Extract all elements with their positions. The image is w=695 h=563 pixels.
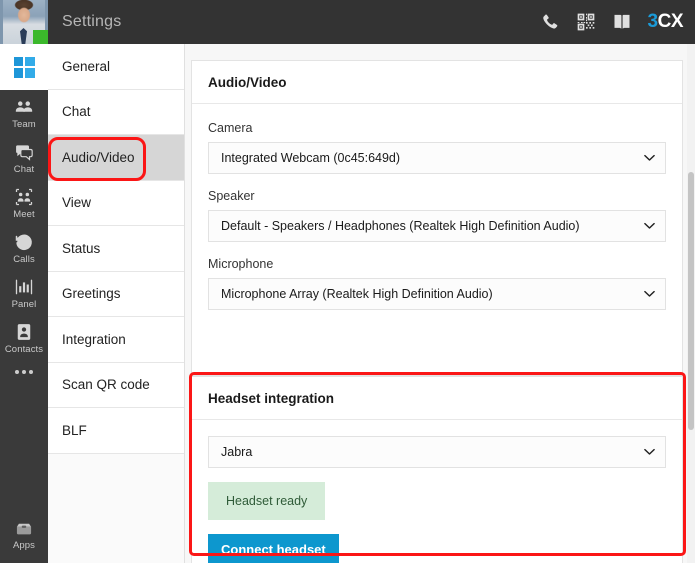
- dot-icon: [15, 370, 19, 374]
- menu-item-label: General: [62, 58, 111, 74]
- rail-item-meet[interactable]: Meet: [0, 180, 48, 225]
- 3cx-logo[interactable]: 3CX: [647, 11, 684, 32]
- rail-label-contacts: Contacts: [4, 344, 44, 355]
- menu-item-label: Greetings: [62, 286, 121, 302]
- camera-select-value: Integrated Webcam (0c45:649d): [221, 151, 401, 165]
- windows-logo-tile[interactable]: [0, 44, 48, 90]
- menu-item-general[interactable]: General: [48, 44, 184, 90]
- menu-item-label: BLF: [62, 422, 87, 438]
- chevron-down-icon: [644, 154, 655, 162]
- rail-label-chat: Chat: [13, 164, 35, 175]
- apps-icon: [13, 518, 35, 538]
- rail-label-calls: Calls: [13, 254, 35, 265]
- microphone-select-value: Microphone Array (Realtek High Definitio…: [221, 287, 493, 301]
- headset-vendor-select[interactable]: Jabra: [208, 436, 666, 468]
- presence-status-indicator[interactable]: [33, 30, 48, 44]
- menu-item-chat[interactable]: Chat: [48, 89, 184, 135]
- rail-item-chat[interactable]: Chat: [0, 135, 48, 180]
- menu-item-scan-qr-code[interactable]: Scan QR code: [48, 362, 184, 408]
- header-actions: 3CX: [540, 12, 695, 32]
- headset-integration-card: Headset integration Jabra Headset ready …: [191, 376, 683, 563]
- logo-cx: CX: [657, 11, 684, 32]
- menu-item-view[interactable]: View: [48, 180, 184, 226]
- dot-icon: [22, 370, 26, 374]
- left-nav-rail: Team Chat Meet Calls Panel Contacts Apps: [0, 0, 48, 563]
- rail-label-panel: Panel: [11, 299, 37, 310]
- microphone-select[interactable]: Microphone Array (Realtek High Definitio…: [208, 278, 666, 310]
- chevron-down-icon: [644, 448, 655, 456]
- menu-item-label: Status: [62, 240, 101, 256]
- rail-label-team: Team: [12, 119, 36, 130]
- menu-empty-space: [48, 453, 184, 563]
- rail-more-button[interactable]: [0, 360, 48, 384]
- settings-content: Audio/Video Camera Integrated Webcam (0c…: [185, 44, 695, 563]
- microphone-label: Microphone: [208, 257, 274, 271]
- logo-3: 3: [647, 11, 659, 32]
- headset-vendor-value: Jabra: [221, 445, 253, 459]
- rail-label-apps: Apps: [12, 540, 36, 551]
- menu-item-audio-video[interactable]: Audio/Video: [48, 135, 184, 181]
- menu-item-label: View: [62, 195, 92, 211]
- chat-icon: [13, 142, 35, 162]
- audio-video-card: Audio/Video Camera Integrated Webcam (0c…: [191, 60, 683, 376]
- calls-icon: [13, 232, 35, 252]
- qr-code-icon[interactable]: [576, 12, 596, 32]
- headset-integration-card-title: Headset integration: [192, 377, 682, 420]
- page-title: Settings: [62, 13, 122, 30]
- camera-select[interactable]: Integrated Webcam (0c45:649d): [208, 142, 666, 174]
- menu-item-blf[interactable]: BLF: [48, 408, 184, 454]
- menu-item-status[interactable]: Status: [48, 226, 184, 272]
- rail-item-panel[interactable]: Panel: [0, 270, 48, 315]
- camera-label: Camera: [208, 121, 253, 135]
- phone-icon[interactable]: [540, 12, 560, 32]
- contacts-icon: [13, 322, 35, 342]
- team-icon: [13, 97, 35, 117]
- audio-video-card-body: Camera Integrated Webcam (0c45:649d) Spe…: [192, 104, 682, 310]
- headset-integration-card-body: Jabra Headset ready Connect headset: [192, 420, 682, 563]
- rail-item-calls[interactable]: Calls: [0, 225, 48, 270]
- menu-item-label: Integration: [62, 331, 126, 347]
- chevron-down-icon: [644, 290, 655, 298]
- menu-item-greetings[interactable]: Greetings: [48, 271, 184, 317]
- avatar[interactable]: [0, 0, 48, 44]
- book-icon[interactable]: [612, 12, 632, 32]
- settings-menu: General Chat Audio/Video View Status Gre…: [48, 44, 185, 563]
- app-window: Team Chat Meet Calls Panel Contacts Apps…: [0, 0, 695, 563]
- menu-item-label: Audio/Video: [62, 149, 135, 165]
- dot-icon: [29, 370, 33, 374]
- rail-item-team[interactable]: Team: [0, 90, 48, 135]
- panel-icon: [13, 277, 35, 297]
- menu-item-integration[interactable]: Integration: [48, 317, 184, 363]
- app-header: Settings 3CX: [48, 0, 695, 44]
- chevron-down-icon: [644, 222, 655, 230]
- menu-item-label: Scan QR code: [62, 377, 150, 393]
- connect-headset-button[interactable]: Connect headset: [208, 534, 339, 563]
- headset-status-badge: Headset ready: [208, 482, 326, 520]
- rail-label-meet: Meet: [13, 209, 35, 220]
- rail-item-contacts[interactable]: Contacts: [0, 315, 48, 360]
- audio-video-card-title: Audio/Video: [192, 61, 682, 104]
- meet-icon: [13, 187, 35, 207]
- speaker-select[interactable]: Default - Speakers / Headphones (Realtek…: [208, 210, 666, 242]
- speaker-select-value: Default - Speakers / Headphones (Realtek…: [221, 219, 580, 233]
- rail-item-apps[interactable]: Apps: [0, 511, 48, 563]
- windows-logo-icon: [13, 56, 35, 78]
- speaker-label: Speaker: [208, 189, 255, 203]
- content-scrollbar-thumb[interactable]: [688, 172, 694, 430]
- menu-item-label: Chat: [62, 104, 91, 120]
